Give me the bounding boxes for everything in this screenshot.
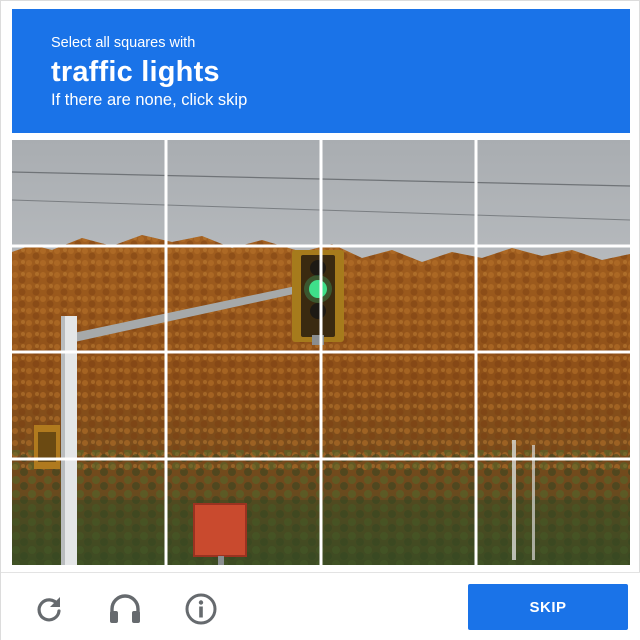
grid-tile-3[interactable] [323,140,475,245]
image-grid [12,140,630,565]
captcha-frame: Select all squares with traffic lights I… [0,0,640,640]
grid-tile-6[interactable] [168,248,320,351]
grid-tile-4[interactable] [478,140,630,245]
grid-tile-14[interactable] [168,461,320,565]
grid-tile-12[interactable] [478,354,630,458]
instruction-text: Select all squares with [51,35,196,51]
grid-tile-15[interactable] [323,461,475,565]
headphones-icon [110,594,140,623]
audio-challenge-button[interactable] [106,590,144,628]
grid-tile-11[interactable] [323,354,475,458]
grid-tile-8[interactable] [478,248,630,351]
info-button[interactable] [182,590,220,628]
grid-tile-9[interactable] [12,354,165,458]
challenge-header: Select all squares with traffic lights I… [12,9,630,133]
grid-tile-2[interactable] [168,140,320,245]
captcha-footer: SKIP [1,572,640,640]
grid-tile-13[interactable] [12,461,165,565]
hint-text: If there are none, click skip [51,91,248,109]
reload-icon [37,597,61,622]
grid-tile-10[interactable] [168,354,320,458]
reload-button[interactable] [30,590,68,628]
target-object-text: traffic lights [51,56,220,88]
grid-tile-7[interactable] [323,248,475,351]
grid-tile-1[interactable] [12,140,165,245]
skip-button[interactable]: SKIP [468,584,628,630]
info-icon [185,593,217,625]
grid-tile-5[interactable] [12,248,165,351]
grid-tile-16[interactable] [478,461,630,565]
